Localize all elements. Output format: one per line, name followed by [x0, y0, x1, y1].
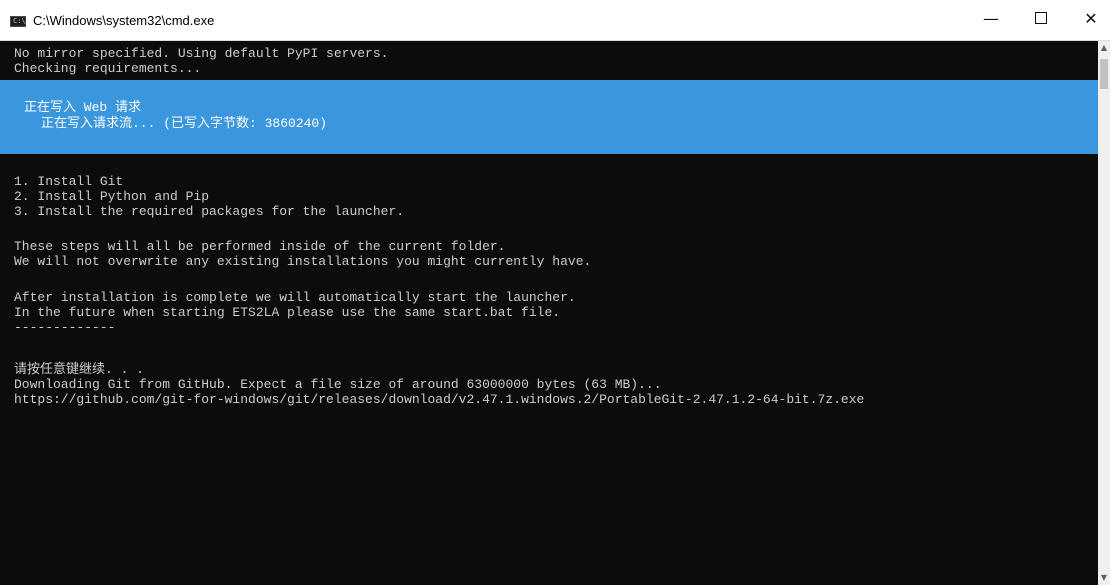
cmd-icon[interactable]: C:\: [10, 16, 26, 27]
scroll-down-icon[interactable]: ▼: [1098, 571, 1110, 585]
minimize-icon: —: [983, 9, 999, 28]
cmd-icon-text: C:\: [13, 17, 26, 25]
minimize-button[interactable]: —: [968, 0, 1014, 40]
scroll-thumb[interactable]: [1100, 59, 1108, 89]
console-line: Downloading Git from GitHub. Expect a fi…: [14, 377, 662, 392]
close-button[interactable]: ✕: [1068, 0, 1110, 40]
console-line: No mirror specified. Using default PyPI …: [14, 46, 389, 61]
console-line: 1. Install Git: [14, 174, 124, 189]
console-line: https://github.com/git-for-windows/git/r…: [14, 392, 865, 407]
console-line: 2. Install Python and Pip: [14, 189, 210, 204]
console-line: We will not overwrite any existing insta…: [14, 254, 592, 269]
console-line: -------------: [14, 320, 116, 335]
maximize-icon: [1035, 12, 1047, 24]
web-request-progress: 正在写入 Web 请求 正在写入请求流... (已写入字节数: 3860240): [0, 80, 1098, 154]
console-output[interactable]: No mirror specified. Using default PyPI …: [0, 41, 1098, 585]
close-icon: ✕: [1084, 9, 1098, 28]
cmd-window: C:\ C:\Windows\system32\cmd.exe — ✕ No m…: [0, 0, 1110, 585]
maximize-button[interactable]: [1018, 0, 1064, 40]
progress-status: 正在写入请求流... (已写入字节数: 3860240): [41, 116, 328, 131]
console-line: After installation is complete we will a…: [14, 290, 576, 305]
title-bar[interactable]: C:\ C:\Windows\system32\cmd.exe — ✕: [0, 0, 1110, 41]
console-line: These steps will all be performed inside…: [14, 239, 506, 254]
console-line: In the future when starting ETS2LA pleas…: [14, 305, 561, 320]
vertical-scrollbar[interactable]: ▲ ▼: [1098, 41, 1110, 585]
console-line: Checking requirements...: [14, 61, 202, 76]
window-title: C:\Windows\system32\cmd.exe: [33, 13, 215, 28]
progress-activity: 正在写入 Web 请求: [24, 100, 142, 115]
console-line: 请按任意键继续. . .: [14, 362, 145, 377]
scroll-up-icon[interactable]: ▲: [1098, 41, 1110, 55]
console-line: 3. Install the required packages for the…: [14, 204, 405, 219]
